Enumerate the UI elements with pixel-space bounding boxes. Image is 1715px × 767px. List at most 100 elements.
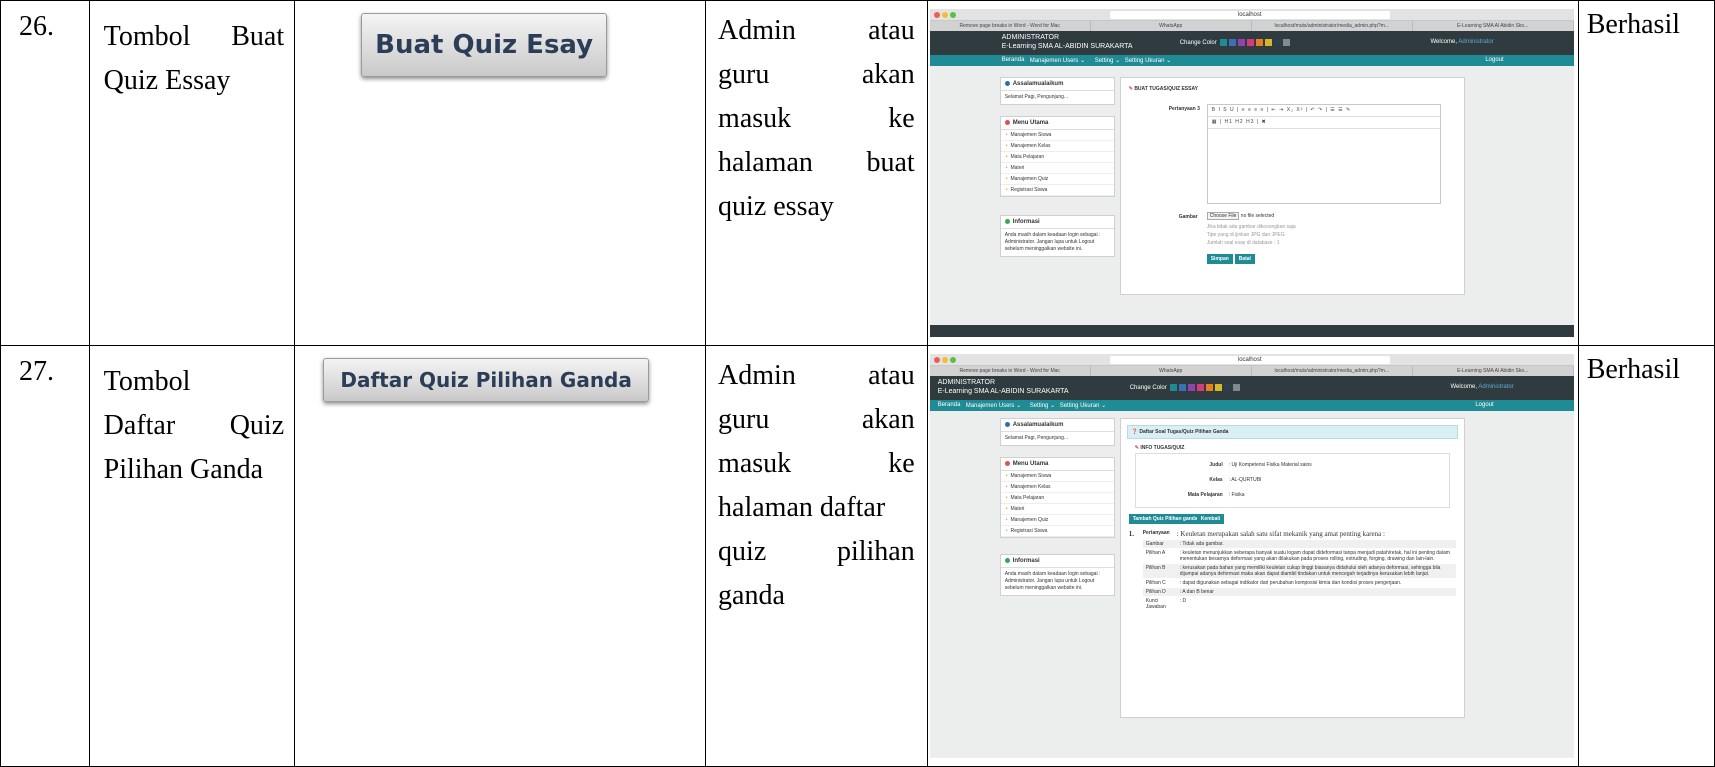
kembali-button[interactable]: Kembali: [1196, 514, 1225, 524]
detail-key: Pilihan A: [1145, 550, 1166, 556]
quiz-list-panel: ❓ Daftar Soal Tugas/Quiz Pilihan Ganda ✎…: [1119, 418, 1465, 718]
desc-word: ke: [888, 448, 915, 479]
minimize-dot-icon: [941, 357, 948, 363]
desc-word: Admin: [718, 360, 796, 391]
sidebar-menu-box: Menu Utama Manajemen Siswa Manajemen Kel…: [999, 116, 1115, 198]
detail-value: : A dan B benar: [1179, 589, 1214, 595]
browser-tab[interactable]: WhatsApp: [1091, 366, 1252, 376]
color-swatch[interactable]: [1215, 384, 1223, 391]
browser-tab[interactable]: WhatsApp: [1091, 21, 1252, 31]
desc-word: ganda: [718, 580, 785, 611]
nav-item-users[interactable]: Manajemen Users ⌄: [966, 402, 1021, 409]
hint-text: Jumlah soal esay di database : 1: [1206, 240, 1280, 246]
color-swatch[interactable]: [1238, 39, 1246, 46]
sidebar-greeting-box: Assalamualaikum Selamat Pagi, Pengunjung…: [999, 418, 1115, 447]
nav-item-beranda[interactable]: Beranda: [1002, 57, 1025, 63]
row-number: 27.: [0, 345, 90, 767]
name-word: Quiz: [229, 410, 285, 441]
welcome-user[interactable]: Administrator: [1478, 384, 1513, 390]
browser-tabs: Remove page breaks in Word - Word for Ma…: [929, 21, 1574, 31]
table-row: 27. Tombol Daftar Quiz Pilihan Ganda Daft…: [0, 345, 1715, 767]
name-word: Buat: [231, 21, 285, 52]
sidebar-item-kelas[interactable]: Manajemen Kelas: [1000, 482, 1114, 494]
sidebar-item-quiz[interactable]: Manajemen Quiz: [1000, 174, 1114, 186]
color-swatch[interactable]: [1170, 384, 1178, 391]
sidebar-item-materi[interactable]: Materi: [1000, 504, 1114, 516]
browser-tab[interactable]: E-Learning SMA Al Abidin Sko...: [1413, 21, 1574, 31]
welcome-text: Welcome, Administrator: [1430, 39, 1493, 45]
welcome-label: Welcome,: [1430, 39, 1458, 45]
sidebar-item-mapel[interactable]: Mata Pelajaran: [1000, 152, 1114, 164]
box-title: Assalamualaikum: [1012, 81, 1064, 88]
sidebar-item-materi[interactable]: Materi: [1000, 163, 1114, 175]
sidebar-item-quiz[interactable]: Manajemen Quiz: [1000, 515, 1114, 527]
quiz-essay-form: ✎ BUAT TUGAS/QUIZ ESSAY Pertanyaan 3 B I…: [1119, 77, 1465, 295]
name-word: Tombol: [103, 21, 191, 52]
box-title: Informasi: [1012, 558, 1040, 565]
form-title-text: BUAT TUGAS/QUIZ ESSAY: [1134, 86, 1198, 92]
sidebar-item-mapel[interactable]: Mata Pelajaran: [1000, 493, 1114, 505]
sidebar-item-siswa[interactable]: Manajemen Siswa: [1000, 130, 1114, 142]
browser-tab[interactable]: localhost/muts/administrator/media_admin…: [1252, 21, 1413, 31]
nav-item-beranda[interactable]: Beranda: [938, 402, 961, 408]
color-swatch[interactable]: [1247, 39, 1255, 46]
color-swatch[interactable]: [1265, 39, 1273, 46]
close-dot-icon: [933, 357, 940, 363]
name-word: Daftar: [103, 410, 176, 441]
nav-item-setting[interactable]: Setting ⌄: [1030, 402, 1055, 409]
header-title: ADMINISTRATOR: [1001, 34, 1060, 41]
editor-toolbar-2[interactable]: ▦ | H1 H2 H3 | ✖: [1207, 117, 1440, 129]
color-swatch[interactable]: [1188, 384, 1196, 391]
tambah-quiz-button[interactable]: Tambah Quiz Pilihan ganda: [1128, 514, 1202, 524]
daftar-quiz-pilihan-ganda-button[interactable]: Daftar Quiz Pilihan Ganda: [323, 358, 650, 402]
header-title: ADMINISTRATOR: [937, 379, 996, 386]
test-result: Berhasil: [1577, 345, 1715, 767]
color-swatch[interactable]: [1256, 39, 1264, 46]
sidebar-info-box: Informasi Anda masih dalam keadaan login…: [999, 554, 1115, 597]
url-bar[interactable]: localhost: [1109, 11, 1390, 19]
sidebar-item-registrasi[interactable]: Registrasi Siswa: [1000, 526, 1114, 538]
color-swatch[interactable]: [1274, 39, 1282, 46]
color-swatch[interactable]: [1233, 384, 1241, 391]
color-swatch[interactable]: [1206, 384, 1214, 391]
welcome-user[interactable]: Administrator: [1458, 39, 1493, 45]
color-swatch[interactable]: [1220, 39, 1228, 46]
nav-item-setting-ukuran[interactable]: Setting Ukuran ⌄: [1125, 57, 1171, 64]
color-swatch[interactable]: [1197, 384, 1205, 391]
name-word: Tombol: [103, 366, 191, 397]
nav-item-setting-ukuran[interactable]: Setting Ukuran ⌄: [1060, 402, 1106, 409]
browser-tab[interactable]: E-Learning SMA Al Abidin Sko...: [1413, 366, 1574, 376]
desc-word: quiz essay: [718, 191, 834, 222]
color-swatch[interactable]: [1283, 39, 1291, 46]
browser-tab[interactable]: localhost/muts/administrator/media_admin…: [1252, 366, 1413, 376]
color-swatch[interactable]: [1179, 384, 1187, 391]
logout-link[interactable]: Logout: [1485, 57, 1503, 63]
url-bar[interactable]: localhost: [1109, 356, 1390, 364]
logout-link[interactable]: Logout: [1475, 402, 1493, 408]
batal-button[interactable]: Batal: [1234, 254, 1255, 264]
choose-file-button[interactable]: Choose File: [1206, 212, 1240, 220]
detail-row: Kunci Jawaban: D: [1142, 597, 1456, 612]
name-word: Quiz Essay: [103, 65, 231, 96]
detail-key: Gambar: [1145, 541, 1164, 547]
screenshot-cell: localhost Remove page breaks in Word - W…: [926, 0, 1579, 346]
simpan-button[interactable]: Simpan: [1206, 254, 1233, 264]
desc-word: pilihan: [836, 536, 915, 567]
buat-quiz-esay-button[interactable]: Buat Quiz Esay: [361, 13, 608, 77]
nav-item-users[interactable]: Manajemen Users ⌄: [1030, 57, 1085, 64]
info-icon: [1004, 81, 1010, 86]
color-swatch[interactable]: [1224, 384, 1232, 391]
desc-word: masuk: [718, 448, 792, 479]
file-input[interactable]: Choose File no file selected: [1206, 212, 1274, 220]
rich-text-editor[interactable]: B I S U | ≡ ≡ ≡ ≡ | ⇤ ⇥ X₂ X² | ↶ ↷ | ☰ …: [1206, 104, 1441, 204]
expected-result: Admin atau guru akan masuk ke halaman buat q…: [705, 0, 928, 346]
form-icon: ✎: [1128, 86, 1133, 92]
sidebar-item-siswa[interactable]: Manajemen Siswa: [1000, 471, 1114, 483]
editor-toolbar[interactable]: B I S U | ≡ ≡ ≡ ≡ | ⇤ ⇥ X₂ X² | ↶ ↷ | ☰ …: [1207, 105, 1440, 117]
sidebar-item-registrasi[interactable]: Registrasi Siswa: [1000, 185, 1114, 197]
nav-item-setting[interactable]: Setting ⌄: [1095, 57, 1120, 64]
browser-tab[interactable]: Remove page breaks in Word - Word for Ma…: [930, 366, 1091, 376]
color-swatch[interactable]: [1229, 39, 1237, 46]
browser-tab[interactable]: Remove page breaks in Word - Word for Ma…: [930, 21, 1091, 31]
sidebar-item-kelas[interactable]: Manajemen Kelas: [1000, 141, 1114, 153]
